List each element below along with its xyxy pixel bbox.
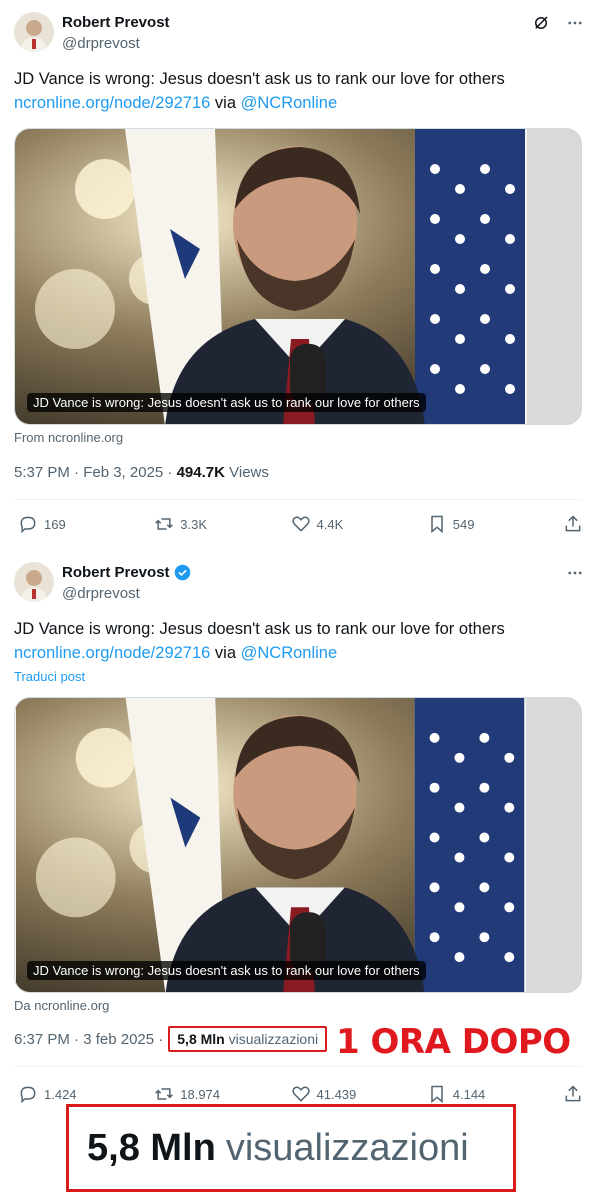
repost-icon (155, 1088, 174, 1100)
repost-button[interactable]: 3.3K (154, 514, 284, 534)
author-handle[interactable]: @drprevost (62, 35, 140, 52)
verified-badge-icon (174, 564, 190, 581)
share-button[interactable] (563, 1084, 583, 1104)
card-source[interactable]: Da ncronline.org (14, 998, 109, 1013)
author-name-text: Robert Prevost (62, 14, 170, 31)
like-count: 4.4K (316, 516, 344, 532)
divider (14, 499, 582, 500)
views-count: 494.7K (176, 464, 225, 481)
more-icon[interactable] (566, 14, 584, 32)
heart-icon (291, 1086, 310, 1102)
reply-button[interactable]: 169 (18, 514, 148, 534)
bookmark-count: 549 (452, 516, 475, 532)
divider (14, 1066, 582, 1067)
heart-icon (291, 516, 310, 532)
action-bar: 1.424 18.974 41.439 4.144 (18, 1084, 583, 1104)
via-text: via (214, 644, 237, 662)
mention-link[interactable]: @NCRonline (241, 644, 338, 662)
more-icon[interactable] (566, 564, 584, 582)
author-handle[interactable]: @drprevost (62, 585, 140, 602)
tweet-meta: 6:37 PM · 3 feb 2025 · 5,8 Mln visualizz… (14, 1026, 328, 1052)
tweet-body: JD Vance is wrong: Jesus doesn't ask us … (14, 620, 505, 638)
tweet-header: Robert Prevost @drprevost (14, 12, 584, 54)
timestamp[interactable]: 5:37 PM · Feb 3, 2025 · (14, 464, 172, 481)
reply-count: 1.424 (44, 1086, 77, 1102)
card-image (15, 698, 581, 992)
views-zoom-callout: 5,8 Mln visualizzazioni (66, 1104, 516, 1192)
tweet-header: Robert Prevost @drprevost (14, 562, 584, 604)
like-button[interactable]: 41.439 (291, 1084, 421, 1104)
card-image (15, 129, 581, 424)
author-name-text: Robert Prevost (62, 564, 170, 581)
mention-link[interactable]: @NCRonline (241, 94, 338, 112)
avatar[interactable] (14, 562, 54, 602)
tweet-text: JD Vance is wrong: Jesus doesn't ask us … (14, 617, 584, 665)
like-button[interactable]: 4.4K (291, 514, 421, 534)
like-count: 41.439 (316, 1086, 357, 1102)
bookmark-button[interactable]: 4.144 (427, 1084, 557, 1104)
bookmark-button[interactable]: 549 (427, 514, 557, 534)
card-caption: JD Vance is wrong: Jesus doesn't ask us … (27, 393, 426, 412)
avatar[interactable] (14, 12, 54, 52)
bookmark-icon (431, 1085, 443, 1104)
link-card[interactable]: JD Vance is wrong: Jesus doesn't ask us … (14, 697, 582, 993)
author-name[interactable]: Robert Prevost (62, 14, 170, 31)
tweet-body: JD Vance is wrong: Jesus doesn't ask us … (14, 70, 505, 88)
author-name[interactable]: Robert Prevost (62, 564, 191, 581)
tweet-text: JD Vance is wrong: Jesus doesn't ask us … (14, 67, 584, 115)
repost-button[interactable]: 18.974 (154, 1084, 284, 1104)
reply-count: 169 (44, 516, 66, 532)
reply-icon (20, 516, 36, 534)
translate-post-link[interactable]: Traduci post (14, 669, 85, 684)
views-label: Views (229, 464, 269, 481)
via-text: via (214, 94, 237, 112)
link-card[interactable]: JD Vance is wrong: Jesus doesn't ask us … (14, 128, 582, 425)
bookmark-icon (431, 515, 443, 534)
card-source[interactable]: From ncronline.org (14, 430, 123, 445)
card-caption: JD Vance is wrong: Jesus doesn't ask us … (27, 961, 426, 980)
reply-button[interactable]: 1.424 (18, 1084, 148, 1104)
grok-icon[interactable] (532, 14, 550, 32)
annotation-label: 1 ORA DOPO (336, 1022, 571, 1062)
views-label: visualizzazioni (228, 1031, 319, 1047)
share-icon (565, 1085, 581, 1102)
action-bar: 169 3.3K 4.4K 549 (18, 514, 583, 534)
repost-count: 3.3K (180, 516, 207, 532)
views-count: 5,8 Mln (177, 1031, 225, 1047)
repost-icon (155, 518, 174, 530)
reply-icon (20, 1086, 36, 1104)
tweet-original: Robert Prevost @drprevost JD Vance is wr… (0, 0, 598, 548)
timestamp[interactable]: 6:37 PM · 3 feb 2025 · (14, 1031, 163, 1048)
repost-count: 18.974 (180, 1086, 221, 1102)
zoom-views-count: 5,8 Mln (87, 1126, 216, 1169)
article-link[interactable]: ncronline.org/node/292716 (14, 644, 210, 662)
tweet-meta: 5:37 PM · Feb 3, 2025 · 494.7K Views (14, 464, 269, 481)
article-link[interactable]: ncronline.org/node/292716 (14, 94, 210, 112)
share-button[interactable] (563, 514, 583, 534)
zoom-views-label: visualizzazioni (225, 1126, 469, 1169)
bookmark-count: 4.144 (452, 1086, 486, 1102)
views-highlight-box: 5,8 Mln visualizzazioni (168, 1026, 328, 1052)
share-icon (565, 515, 581, 532)
